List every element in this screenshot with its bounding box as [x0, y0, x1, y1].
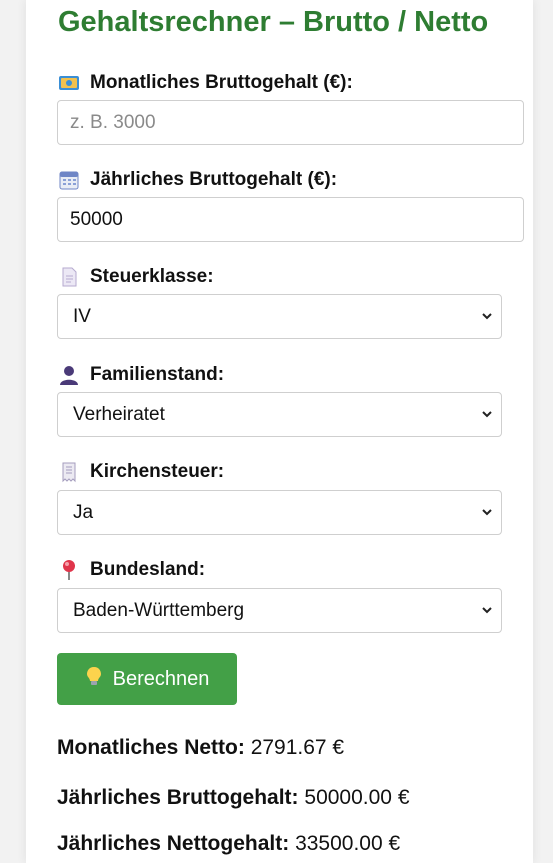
monthly-gross-label: Monatliches Bruttogehalt (€): [58, 72, 353, 94]
marital-status-label: Familienstand: [58, 364, 224, 386]
monthly-gross-input[interactable]: z. B. 3000 [57, 100, 524, 145]
state-select[interactable]: Baden-Württemberg [57, 588, 502, 633]
yearly-gross-input[interactable]: 50000 [57, 197, 524, 242]
money-icon [58, 72, 80, 94]
state-label: Bundesland: [58, 559, 205, 581]
pin-icon [58, 559, 80, 581]
calendar-icon [58, 169, 80, 191]
result-monthly-net: Monatliches Netto: 2791.67 € [57, 736, 345, 759]
chevron-down-icon [482, 313, 492, 320]
receipt-icon [58, 461, 80, 483]
chevron-down-icon [482, 607, 492, 614]
result-yearly-net: Jährliches Nettogehalt: 33500.00 € [57, 832, 401, 855]
church-tax-label: Kirchensteuer: [58, 461, 224, 483]
church-tax-select[interactable]: Ja [57, 490, 502, 535]
chevron-down-icon [482, 509, 492, 516]
tax-class-label: Steuerklasse: [58, 266, 214, 288]
document-icon [58, 266, 80, 288]
calculate-button[interactable]: Berechnen [57, 653, 237, 705]
lightbulb-icon [85, 666, 103, 692]
calculate-button-label: Berechnen [112, 667, 210, 690]
yearly-gross-label: Jährliches Bruttogehalt (€): [58, 169, 337, 191]
chevron-down-icon [482, 411, 492, 418]
result-yearly-gross: Jährliches Bruttogehalt: 50000.00 € [57, 786, 410, 809]
marital-status-select[interactable]: Verheiratet [57, 392, 502, 437]
page-title: Gehaltsrechner – Brutto / Netto [58, 6, 489, 38]
person-icon [58, 364, 80, 386]
tax-class-select[interactable]: IV [57, 294, 502, 339]
